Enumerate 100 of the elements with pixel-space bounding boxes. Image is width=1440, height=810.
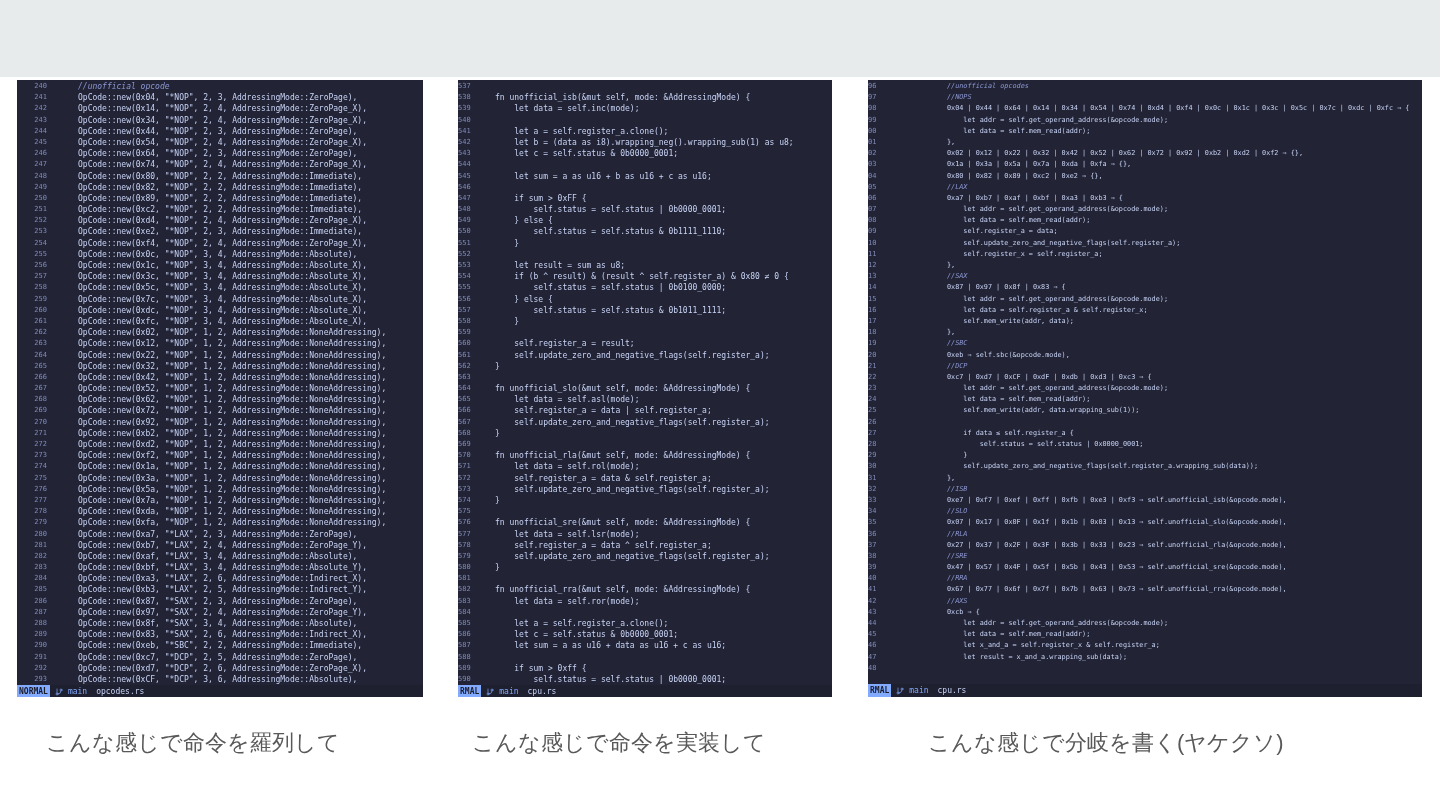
code-line: OpCode::new(0xbf, "*LAX", 3, 4, AddressingMode::Absolute_Y), bbox=[78, 562, 367, 574]
code-line: OpCode::new(0x34, "*NOP", 2, 4, AddressingMode::ZeroPage_X), bbox=[78, 114, 367, 126]
code-line: OpCode::new(0x44, "*NOP", 2, 3, AddressingMode::ZeroPage), bbox=[78, 125, 358, 137]
code-line: OpCode::new(0xf2, "*NOP", 1, 2, AddressingMode::NoneAddressing), bbox=[78, 450, 387, 462]
code-line: } else { bbox=[513, 215, 553, 227]
code-line: OpCode::new(0xb3, "*LAX", 2, 5, AddressingMode::Indirect_Y), bbox=[78, 584, 367, 596]
slide-caption: こんな感じで分岐を書く(ヤケクソ) bbox=[928, 730, 1284, 755]
code-line: OpCode::new(0x87, "*SAX", 2, 3, AddressingMode::ZeroPage), bbox=[78, 595, 358, 607]
code-line: OpCode::new(0x22, "*NOP", 1, 2, AddressingMode::NoneAddressing), bbox=[78, 349, 387, 361]
code-line: } bbox=[513, 237, 520, 249]
code-line: OpCode::new(0x12, "*NOP", 1, 2, AddressingMode::NoneAddressing), bbox=[78, 338, 387, 350]
code-line: let data = self.lsr(mode); bbox=[513, 528, 640, 540]
code-line: OpCode::new(0x83, "*SAX", 2, 6, AddressingMode::Indirect_X), bbox=[78, 629, 367, 641]
code-line: if sum > 0xff { bbox=[513, 662, 587, 674]
code-line: self.update_zero_and_negative_flags(self.register_a); bbox=[513, 416, 770, 428]
code-line: fn unofficial_rla(&mut self, mode: &AddressingMode) { bbox=[495, 450, 751, 462]
branch-icon bbox=[896, 686, 905, 695]
code-line: self.register_a = data ^ self.register_a; bbox=[513, 539, 712, 551]
code-line: OpCode::new(0x74, "*NOP", 2, 4, AddressingMode::ZeroPage_X), bbox=[78, 159, 367, 171]
code-line: } bbox=[495, 562, 500, 574]
code-line: OpCode::new(0x7c, "*NOP", 3, 4, AddressingMode::Absolute_X), bbox=[78, 293, 367, 305]
code-line: fn unofficial_sre(&mut self, mode: &AddressingMode) { bbox=[495, 517, 751, 529]
branch-name: main bbox=[499, 685, 519, 697]
code-line: OpCode::new(0x7a, "*NOP", 1, 2, AddressingMode::NoneAddressing), bbox=[78, 494, 387, 507]
code-line: OpCode::new(0xb7, "*LAX", 2, 4, AddressingMode::ZeroPage_Y), bbox=[78, 539, 367, 551]
code-line: self.register_a = result; bbox=[513, 338, 635, 350]
slide-caption: こんな感じで命令を羅列して bbox=[46, 730, 340, 755]
code-line: let a = self.register_a.clone(); bbox=[513, 618, 669, 630]
code-line: self.update_zero_and_negative_flags(self.register_a); bbox=[513, 349, 770, 361]
code-line: OpCode::new(0x5a, "*NOP", 1, 2, AddressingMode::NoneAddressing), bbox=[78, 483, 387, 495]
code-line: let sum = a as u16 + b as u16 + c as u16; bbox=[513, 170, 712, 182]
code-line: let a = self.register_a.clone(); bbox=[513, 125, 669, 137]
code-line: OpCode::new(0x3a, "*NOP", 1, 2, AddressingMode::NoneAddressing), bbox=[78, 472, 387, 484]
code-line: OpCode::new(0xa3, "*LAX", 2, 6, AddressingMode::Indirect_X), bbox=[78, 573, 367, 585]
code-line: let c = self.status & 0b0000_0001; bbox=[513, 148, 679, 160]
code-line: OpCode::new(0xd7, "*DCP", 2, 6, AddressingMode::ZeroPage_X), bbox=[78, 662, 367, 674]
code-line: fn unofficial_rra(&mut self, mode: &AddressingMode) { bbox=[495, 584, 751, 596]
code-line: OpCode::new(0x5c, "*NOP", 3, 4, AddressingMode::Absolute_X), bbox=[78, 282, 367, 294]
code-line: OpCode::new(0xc2, "*NOP", 2, 2, AddressingMode::Immediate), bbox=[78, 204, 363, 216]
branch-name: main bbox=[67, 685, 88, 697]
code-line: OpCode::new(0x0c, "*NOP", 3, 4, AddressingMode::Absolute), bbox=[78, 248, 358, 260]
code-line: OpCode::new(0xfa, "*NOP", 1, 2, AddressingMode::NoneAddressing), bbox=[78, 517, 387, 529]
code-line: let data = self.inc(mode); bbox=[513, 103, 640, 115]
code-line: } bbox=[495, 494, 500, 507]
code-line: let b = (data as i8).wrapping_neg().wrapping_sub(1) as u8; bbox=[513, 136, 794, 149]
code-line: OpCode::new(0xb2, "*NOP", 1, 2, AddressingMode::NoneAddressing), bbox=[78, 427, 387, 439]
code-line: } bbox=[495, 427, 500, 439]
code-line: OpCode::new(0x54, "*NOP", 2, 4, AddressingMode::ZeroPage_X), bbox=[78, 136, 367, 149]
code-line: OpCode::new(0xaf, "*LAX", 3, 4, AddressingMode::Absolute), bbox=[78, 550, 358, 563]
code-line: if sum > 0xFF { bbox=[513, 192, 587, 205]
code-line: } else { bbox=[513, 293, 553, 305]
slide-caption: こんな感じで命令を実装して bbox=[472, 730, 766, 755]
code-line: OpCode::new(0x02, "*NOP", 1, 2, AddressingMode::NoneAddressing), bbox=[78, 327, 387, 339]
code-line: OpCode::new(0x92, "*NOP", 1, 2, AddressingMode::NoneAddressing), bbox=[78, 416, 387, 428]
code-line: self.register_a = data & self.register_a; bbox=[513, 472, 712, 484]
code-line: let result = sum as u8; bbox=[513, 260, 626, 272]
code-line: self.update_zero_and_negative_flags(self.register_a); bbox=[513, 550, 770, 563]
code-line: self.status = self.status | 0b0000_0001; bbox=[532, 673, 727, 686]
code-line: OpCode::new(0xfc, "*NOP", 3, 4, AddressingMode::Absolute_X), bbox=[78, 315, 367, 328]
code-line: OpCode::new(0xf4, "*NOP", 2, 4, AddressingMode::ZeroPage_X), bbox=[78, 237, 367, 249]
code-line: self.register_a = data | self.register_a; bbox=[513, 405, 712, 417]
code-line: OpCode::new(0x97, "*SAX", 2, 4, AddressingMode::ZeroPage_Y), bbox=[78, 606, 367, 618]
code-line: OpCode::new(0xda, "*NOP", 1, 2, AddressingMode::NoneAddressing), bbox=[78, 506, 387, 518]
code-line: OpCode::new(0x1a, "*NOP", 1, 2, AddressingMode::NoneAddressing), bbox=[78, 461, 387, 473]
branch-icon bbox=[486, 687, 495, 696]
code-line: OpCode::new(0xdc, "*NOP", 3, 4, AddressingMode::Absolute_X), bbox=[78, 304, 367, 316]
branch-name: main bbox=[909, 684, 929, 697]
code-line: let data = self.ror(mode); bbox=[513, 595, 640, 607]
code-line: let sum = a as u16 + data as u16 + c as u16; bbox=[513, 640, 727, 652]
branch-icon bbox=[54, 687, 63, 696]
code-line: if (b ^ result) & (result ^ self.register_a) & 0x80 ≠ 0 { bbox=[513, 271, 789, 283]
code-line: self.status = self.status & 0b1011_1111; bbox=[532, 304, 727, 316]
code-line: self.status = self.status & 0b1111_1110; bbox=[532, 226, 727, 238]
mode-indicator: RMAL bbox=[458, 685, 482, 697]
code-line: self.status = self.status | 0b0000_0001; bbox=[532, 204, 727, 216]
code-line: OpCode::new(0xCF, "*DCP", 3, 6, AddressingMode::Absolute), bbox=[78, 673, 358, 686]
code-line: OpCode::new(0x32, "*NOP", 1, 2, AddressingMode::NoneAddressing), bbox=[78, 360, 387, 372]
code-line: OpCode::new(0x1c, "*NOP", 3, 4, AddressingMode::Absolute_X), bbox=[78, 260, 367, 272]
code-line: self.status = self.status | 0b0100_0000; bbox=[532, 282, 727, 294]
code-line: OpCode::new(0x42, "*NOP", 1, 2, AddressingMode::NoneAddressing), bbox=[78, 371, 387, 384]
code-line: OpCode::new(0x89, "*NOP", 2, 2, AddressingMode::Immediate), bbox=[78, 192, 363, 205]
code-line: OpCode::new(0x64, "*NOP", 2, 3, AddressingMode::ZeroPage), bbox=[78, 148, 358, 160]
code-line: OpCode::new(0xa7, "*LAX", 2, 3, AddressingMode::ZeroPage), bbox=[78, 528, 358, 540]
code-line: OpCode::new(0xd4, "*NOP", 2, 4, AddressingMode::ZeroPage_X), bbox=[78, 215, 367, 227]
mode-indicator: NORMAL bbox=[17, 685, 50, 697]
code-line: OpCode::new(0x82, "*NOP", 2, 2, AddressingMode::Immediate), bbox=[78, 181, 363, 193]
code-line: OpCode::new(0x8f, "*SAX", 3, 4, AddressingMode::Absolute), bbox=[78, 618, 358, 630]
code-line: OpCode::new(0x80, "*NOP", 2, 2, AddressingMode::Immediate), bbox=[78, 170, 363, 182]
code-line: } bbox=[513, 315, 520, 328]
code-line: let data = self.rol(mode); bbox=[513, 461, 640, 473]
code-comment: //unofficial opcode bbox=[78, 81, 170, 93]
mode-indicator: RMAL bbox=[868, 684, 892, 697]
code-line: } bbox=[495, 360, 500, 372]
code-line: OpCode::new(0x72, "*NOP", 1, 2, AddressingMode::NoneAddressing), bbox=[78, 405, 387, 417]
code-line: OpCode::new(0xeb, "*SBC", 2, 2, AddressingMode::Immediate), bbox=[78, 640, 363, 652]
file-name: opcodes.rs bbox=[96, 685, 145, 697]
code-line: fn unofficial_slo(&mut self, mode: &AddressingMode) { bbox=[495, 383, 751, 395]
code-line: OpCode::new(0x52, "*NOP", 1, 2, AddressingMode::NoneAddressing), bbox=[78, 383, 387, 395]
code-line: OpCode::new(0xc7, "*DCP", 2, 5, AddressingMode::ZeroPage), bbox=[78, 651, 358, 663]
code-line: OpCode::new(0x14, "*NOP", 2, 4, AddressingMode::ZeroPage_X), bbox=[78, 103, 367, 115]
